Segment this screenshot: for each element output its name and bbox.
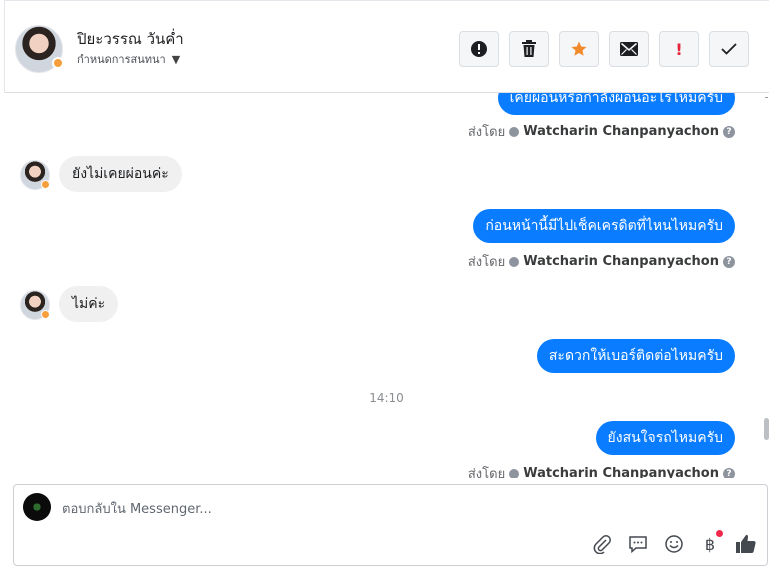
payment-button[interactable]: ฿ <box>699 530 723 555</box>
contact-status-badge <box>52 57 64 69</box>
verified-check-icon <box>509 468 520 478</box>
baht-icon: ฿ <box>704 534 716 554</box>
assign-conversation-dropdown[interactable]: กำหนดการสนทนา ▼ <box>77 50 180 68</box>
spam-button[interactable] <box>459 31 499 67</box>
scrollbar-thumb[interactable] <box>764 418 769 440</box>
conversation-actions-toolbar: ! <box>459 31 749 67</box>
alert-circle-icon <box>471 41 487 57</box>
contact-avatar-small[interactable] <box>20 290 50 320</box>
smiley-icon <box>665 535 683 553</box>
page-avatar <box>23 493 51 521</box>
like-button[interactable] <box>735 533 757 555</box>
envelope-icon <box>620 42 638 56</box>
paperclip-icon <box>593 535 611 554</box>
sent-by-prefix: ส่งโดย <box>467 125 506 140</box>
thumbs-up-icon <box>736 534 756 553</box>
contact-status-badge <box>41 180 50 189</box>
scrollbar-tick <box>765 97 768 98</box>
emoji-button[interactable] <box>663 533 685 555</box>
conversation-header: ปิยะวรรณ วันค่ำ กำหนดการสนทนา ▼ ! <box>4 0 769 93</box>
delete-button[interactable] <box>509 31 549 67</box>
follow-up-button[interactable]: ! <box>659 31 699 67</box>
caret-down-icon: ▼ <box>171 52 181 66</box>
attach-button[interactable] <box>591 533 613 555</box>
star-button[interactable] <box>559 31 599 67</box>
sent-by-line: ส่งโดย Watcharin Chanpanyachon ? <box>468 463 735 478</box>
outgoing-message[interactable]: เคยผ่อนหรือกำลังผ่อนอะไรไหมครับ <box>497 93 735 115</box>
sent-by-prefix: ส่งโดย <box>467 255 506 270</box>
notification-badge <box>716 530 723 537</box>
timestamp-separator: 14:10 <box>369 391 404 405</box>
verified-check-icon <box>509 126 520 137</box>
sent-by-agent[interactable]: Watcharin Chanpanyachon <box>523 254 719 269</box>
saved-replies-button[interactable] <box>627 533 649 555</box>
verified-check-icon <box>509 256 520 267</box>
outgoing-message[interactable]: สะดวกให้เบอร์ติดต่อไหมครับ <box>536 339 735 373</box>
star-icon <box>571 41 587 56</box>
thread-scrollbar[interactable] <box>763 93 769 478</box>
sent-by-line: ส่งโดย Watcharin Chanpanyachon ? <box>468 251 735 272</box>
message-thread[interactable]: เคยผ่อนหรือกำลังผ่อนอะไรไหมครับ ส่งโดย W… <box>4 93 769 478</box>
trash-icon <box>522 40 536 57</box>
incoming-message[interactable]: ไม่ค่ะ <box>59 286 119 322</box>
sent-by-agent[interactable]: Watcharin Chanpanyachon <box>523 466 719 478</box>
contact-avatar[interactable] <box>15 25 64 73</box>
reply-input[interactable] <box>62 499 702 519</box>
contact-name[interactable]: ปิยะวรรณ วันค่ำ <box>77 27 184 51</box>
composer-tools: ฿ <box>591 530 757 555</box>
incoming-message[interactable]: ยังไม่เคยผ่อนค่ะ <box>59 156 182 192</box>
help-icon[interactable]: ? <box>723 255 735 268</box>
exclamation-icon: ! <box>675 39 683 59</box>
help-icon[interactable]: ? <box>723 467 735 478</box>
contact-status-badge <box>41 310 50 319</box>
help-icon[interactable]: ? <box>723 125 735 138</box>
mark-unread-button[interactable] <box>609 31 649 67</box>
outgoing-message[interactable]: ก่อนหน้านี้มีไปเช็คเครดิตที่ไหนไหมครับ <box>473 209 735 243</box>
sent-by-prefix: ส่งโดย <box>467 467 506 478</box>
contact-avatar-small[interactable] <box>20 160 50 190</box>
assign-conversation-label: กำหนดการสนทนา <box>77 53 166 66</box>
outgoing-message[interactable]: ยังสนใจรถไหมครับ <box>595 421 735 455</box>
checkmark-icon <box>721 43 737 55</box>
chat-bubble-icon <box>629 536 647 554</box>
sent-by-line: ส่งโดย Watcharin Chanpanyachon ? <box>468 121 735 142</box>
reply-composer: ฿ <box>13 484 768 566</box>
sent-by-agent[interactable]: Watcharin Chanpanyachon <box>523 124 719 139</box>
mark-done-button[interactable] <box>709 31 749 67</box>
